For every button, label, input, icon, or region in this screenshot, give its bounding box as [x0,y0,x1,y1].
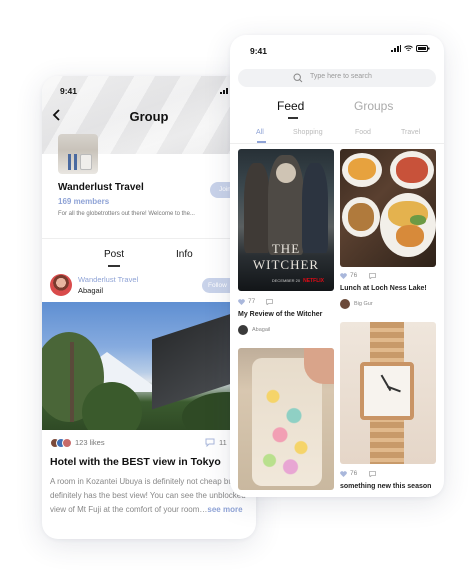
signal-icon [220,88,228,94]
member-count[interactable]: 169 members [58,197,109,206]
active-tab-indicator [108,265,120,267]
comment-icon[interactable] [369,471,376,477]
card-author[interactable]: Abagail [252,327,270,333]
card-title[interactable]: My Review of the Witcher [238,311,322,318]
search-placeholder: Type here to search [310,73,372,80]
like-count[interactable]: 123 likes [75,438,105,447]
avatar[interactable] [238,325,248,335]
status-icons [391,45,430,52]
status-time: 9:41 [250,46,268,56]
like-count: 76 [350,272,358,279]
card-title[interactable]: Lunch at Loch Ness Lake! [340,285,427,292]
poster-brand-text: NETFLIX [303,278,324,284]
category-all[interactable]: All [256,129,264,136]
group-name: Wanderlust Travel [58,182,144,193]
feed-screen: 9:41 Type here to search Feed Groups All… [230,35,444,497]
category-food[interactable]: Food [355,129,371,136]
like-count: 76 [350,470,358,477]
see-more-link[interactable]: see more [207,505,242,514]
wifi-icon [404,45,413,51]
avatar[interactable] [340,299,350,309]
category-shopping[interactable]: Shopping [293,129,323,136]
poster-title-text: THE WITCHER [252,241,320,272]
post-group-link[interactable]: Wanderlust Travel [78,275,138,284]
tab-groups[interactable]: Groups [354,99,393,113]
feed-card-image-watch[interactable] [340,322,436,464]
comment-icon[interactable] [205,438,215,447]
feed-card-image-candy[interactable] [238,348,334,490]
heart-icon[interactable] [340,273,347,279]
category-travel[interactable]: Travel [401,129,420,136]
post-body: A room in Kozantei Ubuya is definitely n… [50,475,256,517]
heart-icon[interactable] [340,471,347,477]
battery-icon [416,45,430,52]
page-title: Group [129,109,169,124]
group-screen: 9:41 ◠ Group Wanderlust Travel 169 membe… [42,76,256,539]
post-title: Hotel with the BEST view in Tokyo [50,456,221,468]
card-author[interactable]: Big Gur [354,301,373,307]
active-tab-indicator [288,117,298,119]
comment-icon[interactable] [369,273,376,279]
group-thumbnail [58,134,98,174]
tab-info[interactable]: Info [176,249,193,260]
group-description: For all the globetrotters out there! Wel… [58,211,195,217]
search-input[interactable]: Type here to search [238,69,436,87]
avatar[interactable] [50,274,72,296]
feed-card-image-lunch[interactable] [340,149,436,267]
post-photo[interactable] [42,302,256,430]
tab-post[interactable]: Post [104,249,124,260]
post-author[interactable]: Abagail [78,286,103,295]
card-title[interactable]: something new this season [340,483,431,490]
tab-feed[interactable]: Feed [277,99,304,113]
feed-card-image-witcher[interactable]: THE WITCHER DECEMBER 20 NETFLIX [238,149,334,291]
divider [42,238,256,239]
signal-icon [391,45,401,52]
divider [230,143,444,144]
liker-avatars [50,438,72,448]
status-time: 9:41 [60,86,78,96]
search-icon [293,73,303,83]
comment-icon[interactable] [266,299,273,305]
heart-icon[interactable] [238,299,245,305]
like-count: 77 [248,298,256,305]
comment-count[interactable]: 11 [219,438,227,447]
